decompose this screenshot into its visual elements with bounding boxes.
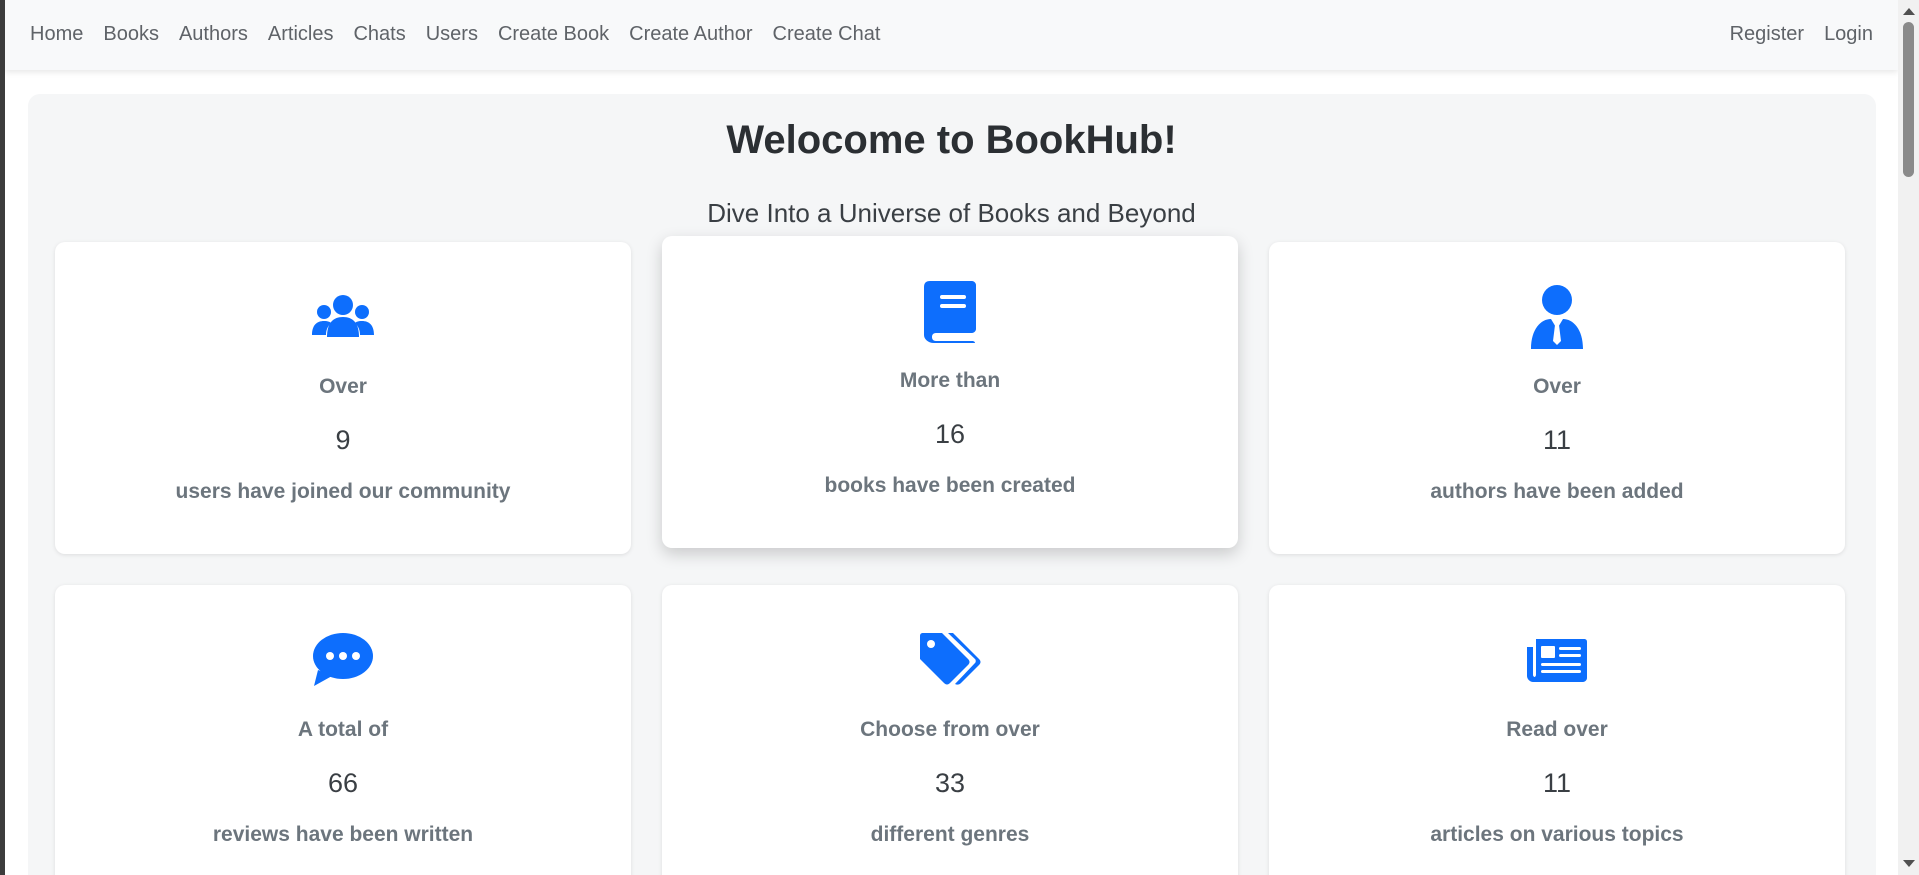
nav-link-login[interactable]: Login (1824, 23, 1873, 46)
page-title: Welocome to BookHub! (726, 118, 1177, 162)
stat-count: 33 (934, 768, 966, 798)
stat-description: reviews have been written (212, 823, 474, 846)
stat-lead: A total of (297, 718, 389, 741)
nav-right: Register Login (1710, 0, 1873, 68)
stat-description: books have been created (824, 474, 1076, 497)
stat-card-articles: Read over 11 articles on various topics (1269, 585, 1845, 875)
page-subtitle: Dive Into a Universe of Books and Beyond (707, 198, 1196, 228)
nav-link-books[interactable]: Books (103, 23, 159, 46)
stat-description: authors have been added (1430, 480, 1684, 503)
nav-link-articles[interactable]: Articles (268, 23, 334, 46)
scroll-down-arrow-icon[interactable] (1903, 860, 1915, 867)
nav-link-chats[interactable]: Chats (353, 23, 405, 46)
nav-left: Home Books Authors Articles Chats Users … (30, 0, 900, 68)
comment-dots-icon (55, 625, 631, 695)
nav-link-create-author[interactable]: Create Author (629, 23, 752, 46)
stat-card-reviews: A total of 66 reviews have been written (55, 585, 631, 875)
scroll-up-arrow-icon[interactable] (1903, 8, 1915, 15)
stat-lead: Choose from over (860, 718, 1040, 741)
nav-link-register[interactable]: Register (1730, 23, 1804, 46)
stat-card-books: More than 16 books have been created (662, 236, 1238, 548)
nav-link-home[interactable]: Home (30, 23, 83, 46)
tags-icon (662, 625, 1238, 695)
stat-lead: Over (1533, 375, 1581, 398)
stat-card-genres: Choose from over 33 different genres (662, 585, 1238, 875)
nav-link-authors[interactable]: Authors (179, 23, 248, 46)
stat-card-authors: Over 11 authors have been added (1269, 242, 1845, 554)
navbar: Home Books Authors Articles Chats Users … (5, 0, 1898, 70)
users-icon (55, 282, 631, 352)
stat-card-users: Over 9 users have joined our community (55, 242, 631, 554)
newspaper-icon (1269, 625, 1845, 695)
stat-description: different genres (870, 823, 1030, 846)
stat-count: 11 (1542, 425, 1572, 455)
stat-description: articles on various topics (1430, 823, 1684, 846)
vertical-scrollbar[interactable] (1898, 0, 1919, 875)
scrollbar-thumb[interactable] (1903, 22, 1914, 177)
stat-count: 16 (934, 419, 966, 449)
nav-link-users[interactable]: Users (426, 23, 478, 46)
book-icon (662, 276, 1238, 346)
stat-count: 11 (1542, 768, 1572, 798)
stat-lead: Over (319, 375, 367, 398)
stat-lead: More than (899, 369, 1001, 392)
stat-lead: Read over (1506, 718, 1608, 741)
stat-count: 66 (327, 768, 359, 798)
stat-count: 9 (335, 425, 351, 455)
nav-link-create-chat[interactable]: Create Chat (773, 23, 881, 46)
stat-description: users have joined our community (175, 480, 511, 503)
page: Home Books Authors Articles Chats Users … (5, 0, 1898, 875)
nav-link-create-book[interactable]: Create Book (498, 23, 609, 46)
user-tie-icon (1269, 282, 1845, 352)
